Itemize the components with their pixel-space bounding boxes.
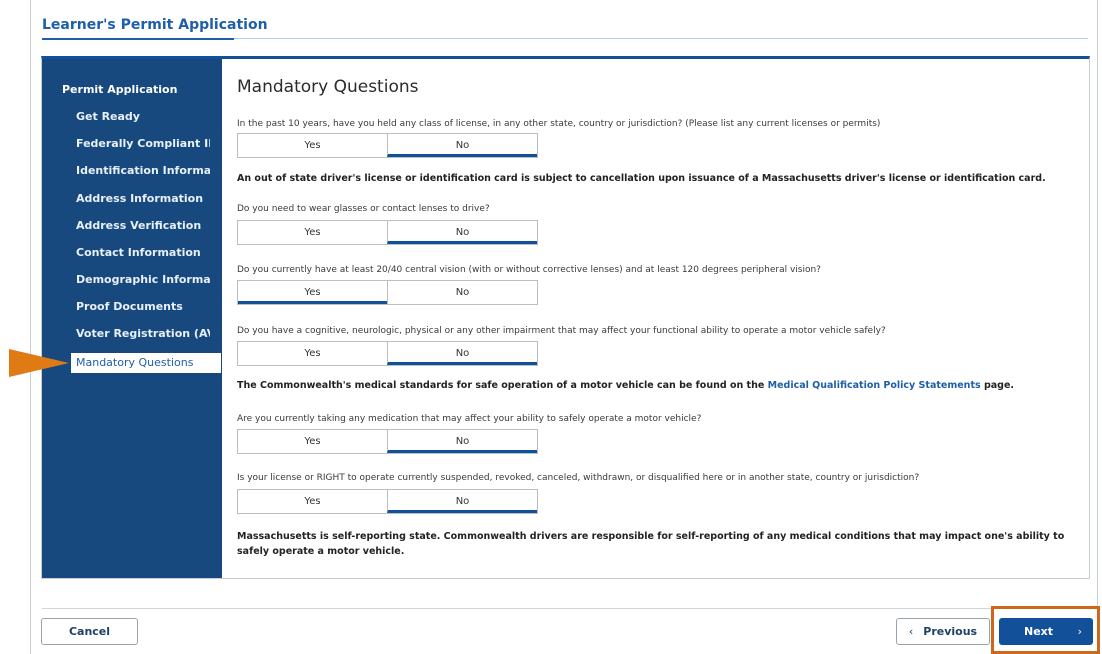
yes-option[interactable]: Yes	[238, 134, 387, 157]
question-text: Are you currently taking any medication …	[237, 414, 702, 424]
sidebar-heading: Permit Application	[62, 83, 178, 96]
page-title-bar: Learner's Permit Application	[42, 17, 268, 33]
no-option[interactable]: No	[387, 490, 537, 513]
medical-notice-suffix: page.	[983, 380, 1015, 391]
question-toggle: Yes No	[237, 489, 538, 514]
no-option[interactable]: No	[387, 430, 537, 453]
yes-option[interactable]: Yes	[238, 342, 387, 365]
sidebar-item-address-verification[interactable]: Address Verification	[76, 219, 210, 232]
self-reporting-notice: Massachusetts is self-reporting state. C…	[237, 531, 1065, 557]
section-title: Mandatory Questions	[237, 77, 419, 97]
cancel-button[interactable]: Cancel	[41, 618, 138, 645]
question-toggle: Yes No	[237, 280, 538, 305]
question-text: Do you need to wear glasses or contact l…	[237, 204, 490, 214]
yes-option[interactable]: Yes	[238, 430, 387, 453]
title-underline	[42, 38, 234, 40]
question-toggle: Yes No	[237, 429, 538, 454]
medical-notice-prefix: The Commonwealth's medical standards for…	[237, 380, 765, 391]
no-option[interactable]: No	[387, 221, 537, 244]
sidebar-item-proof-documents[interactable]: Proof Documents	[76, 300, 210, 313]
chevron-left-icon: ‹	[908, 625, 914, 638]
chevron-right-icon: ›	[1077, 625, 1082, 638]
question-text: In the past 10 years, have you held any …	[237, 119, 881, 129]
previous-button[interactable]: ‹ Previous	[896, 618, 990, 645]
yes-option[interactable]: Yes	[238, 281, 387, 304]
next-button[interactable]: Next ›	[999, 618, 1093, 645]
sidebar-item-demographic-information[interactable]: Demographic Information	[76, 273, 210, 286]
yes-option[interactable]: Yes	[238, 490, 387, 513]
sidebar-nav: Permit Application Get Ready Federally C…	[42, 59, 222, 578]
no-option[interactable]: No	[387, 281, 537, 304]
sidebar-item-mandatory-questions[interactable]: Mandatory Questions	[71, 353, 221, 373]
out-of-state-notice: An out of state driver's license or iden…	[237, 173, 1046, 184]
title-divider	[234, 38, 1088, 39]
question-text: Is your license or RIGHT to operate curr…	[237, 473, 920, 483]
question-text: Do you currently have at least 20/40 cen…	[237, 265, 821, 275]
sidebar-item-contact-information[interactable]: Contact Information	[76, 246, 210, 259]
question-text: Do you have a cognitive, neurologic, phy…	[237, 326, 886, 336]
sidebar-item-voter-registration[interactable]: Voter Registration (AVR)	[76, 327, 210, 340]
medical-qualification-link[interactable]: Medical Qualification Policy Statements	[768, 380, 981, 391]
question-toggle: Yes No	[237, 220, 538, 245]
previous-label: Previous	[923, 625, 978, 638]
arrow-pointer-icon	[9, 349, 69, 377]
sidebar-item-identification-information[interactable]: Identification Information	[76, 164, 210, 177]
sidebar-item-address-information[interactable]: Address Information	[76, 192, 210, 205]
sidebar-item-federally-compliant-id[interactable]: Federally Compliant ID	[76, 137, 210, 150]
footer-divider	[42, 608, 1088, 609]
yes-option[interactable]: Yes	[238, 221, 387, 244]
sidebar-item-get-ready[interactable]: Get Ready	[76, 110, 210, 123]
next-label: Next	[1024, 625, 1054, 638]
question-toggle: Yes No	[237, 341, 538, 366]
no-option[interactable]: No	[387, 342, 537, 365]
no-option[interactable]: No	[387, 134, 537, 157]
medical-standards-notice: The Commonwealth's medical standards for…	[237, 380, 1014, 391]
question-toggle: Yes No	[237, 133, 538, 158]
